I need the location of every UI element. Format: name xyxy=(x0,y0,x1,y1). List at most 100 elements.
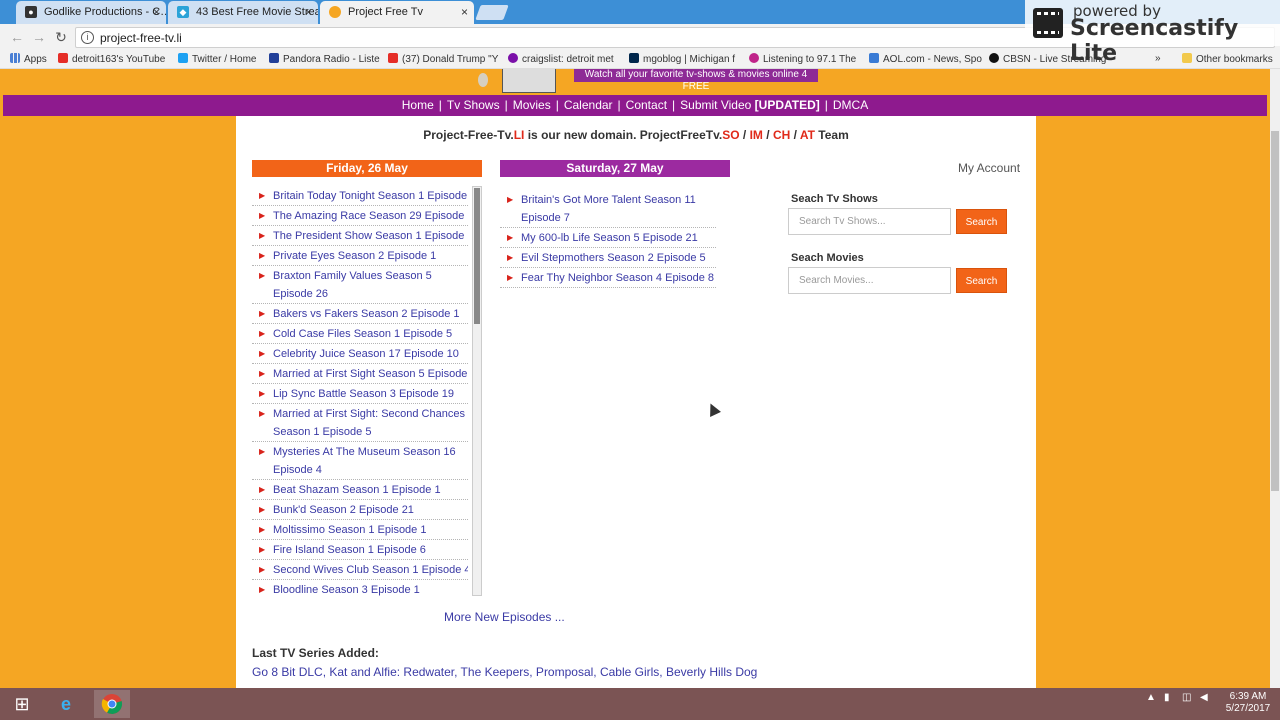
episode-link[interactable]: Fear Thy Neighbor Season 4 Episode 8 xyxy=(500,268,716,288)
bookmark-label: AOL.com - News, Spo xyxy=(883,54,982,65)
nav-home[interactable]: Home xyxy=(402,98,434,112)
nav-calendar[interactable]: Calendar xyxy=(564,98,613,112)
search-movies-title: Seach Movies xyxy=(791,252,864,264)
episode-title: Braxton Family Values Season 5 Episode 2… xyxy=(273,270,432,300)
my-account-link[interactable]: My Account xyxy=(958,161,1020,175)
browser-tab-godlike[interactable]: ● Godlike Productions - C… × xyxy=(16,1,166,24)
friday-header: Friday, 26 May xyxy=(252,160,482,177)
bookmark-youtube[interactable]: detroit163's YouTube xyxy=(58,53,165,65)
notice-text: Team xyxy=(814,128,849,142)
notice-domain-im: IM xyxy=(749,128,763,142)
nav-dmca[interactable]: DMCA xyxy=(833,98,868,112)
bookmark-radio[interactable]: Listening to 97.1 The xyxy=(749,53,856,65)
episode-title: Mysteries At The Museum Season 16 Episod… xyxy=(273,446,456,476)
site-logo[interactable] xyxy=(502,69,556,93)
episode-title: My 600-lb Life Season 5 Episode 21 xyxy=(521,232,698,244)
site-favicon-icon: ◆ xyxy=(177,6,189,18)
main-content: Project-Free-Tv.LI is our new domain. Pr… xyxy=(236,116,1036,688)
chrome-logo-icon xyxy=(101,694,123,714)
network-icon[interactable]: ◫ xyxy=(1182,692,1191,703)
episode-link[interactable]: Lip Sync Battle Season 3 Episode 19 xyxy=(252,384,468,404)
notice-text: Project-Free-Tv. xyxy=(423,128,514,142)
nav-movies[interactable]: Movies xyxy=(513,98,551,112)
domain-notice: Project-Free-Tv.LI is our new domain. Pr… xyxy=(236,128,1036,142)
tab-title: Godlike Productions - C… xyxy=(44,6,166,18)
scroll-thumb[interactable] xyxy=(474,188,480,324)
last-tv-series-list[interactable]: Go 8 Bit DLC, Kat and Alfie: Redwater, T… xyxy=(252,665,757,679)
browser-tab-project-free-tv[interactable]: Project Free Tv × xyxy=(320,1,474,24)
nav-label: Submit Video xyxy=(680,98,752,112)
nav-contact[interactable]: Contact xyxy=(626,98,667,112)
power-icon[interactable]: ▮ xyxy=(1164,692,1170,703)
tab-title: Project Free Tv xyxy=(348,6,423,18)
friday-list-scrollbar[interactable] xyxy=(472,186,482,596)
chrome-icon[interactable] xyxy=(94,690,130,718)
episode-title: Bloodline Season 3 Episode 1 xyxy=(273,584,420,596)
back-arrow-icon[interactable]: ← xyxy=(8,28,26,46)
nav-submit-video[interactable]: Submit Video [UPDATED] xyxy=(680,98,820,112)
episode-link[interactable]: Braxton Family Values Season 5 Episode 2… xyxy=(252,266,468,304)
search-tv-input[interactable]: Search Tv Shows... xyxy=(788,208,951,235)
reload-icon[interactable]: ↻ xyxy=(52,28,70,46)
friday-episode-list: Britain Today Tonight Season 1 Episode 1… xyxy=(252,186,468,596)
bookmark-twitter[interactable]: Twitter / Home xyxy=(178,53,256,65)
clock-date: 5/27/2017 xyxy=(1225,703,1271,714)
new-tab-button[interactable] xyxy=(475,5,509,20)
episode-link[interactable]: Celebrity Juice Season 17 Episode 10 xyxy=(252,344,468,364)
episode-link[interactable]: Evil Stepmothers Season 2 Episode 5 xyxy=(500,248,716,268)
youtube-icon xyxy=(58,53,68,63)
episode-link[interactable]: My 600-lb Life Season 5 Episode 21 xyxy=(500,228,716,248)
episode-link[interactable]: Britain's Got More Talent Season 11 Epis… xyxy=(500,190,716,228)
system-clock[interactable]: 6:39 AM 5/27/2017 xyxy=(1222,691,1274,715)
episode-link[interactable]: Britain Today Tonight Season 1 Episode 1 xyxy=(252,186,468,206)
close-tab-icon[interactable]: × xyxy=(153,1,160,23)
episode-title: Moltissimo Season 1 Episode 1 xyxy=(273,524,427,536)
projectfreetv-favicon-icon xyxy=(329,6,341,18)
close-tab-icon[interactable]: × xyxy=(461,1,468,23)
bookmark-pandora[interactable]: Pandora Radio - Liste xyxy=(269,53,380,65)
episode-link[interactable]: Cold Case Files Season 1 Episode 5 xyxy=(252,324,468,344)
episode-link[interactable]: Mysteries At The Museum Season 16 Episod… xyxy=(252,442,468,480)
episode-link[interactable]: The President Show Season 1 Episode 5 xyxy=(252,226,468,246)
episode-link[interactable]: The Amazing Race Season 29 Episode 11 xyxy=(252,206,468,226)
episode-title: Married at First Sight Season 5 Episode … xyxy=(273,368,468,380)
episode-link[interactable]: Fire Island Season 1 Episode 6 xyxy=(252,540,468,560)
browser-tab-movie-streams[interactable]: ◆ 43 Best Free Movie Strea… × xyxy=(168,1,318,24)
episode-link[interactable]: Moltissimo Season 1 Episode 1 xyxy=(252,520,468,540)
episode-link[interactable]: Bloodline Season 3 Episode 1 xyxy=(252,580,468,596)
windows-taskbar: ⊞ e ▲ ▮ ◫ ◀ 6:39 AM 5/27/2017 xyxy=(0,688,1280,720)
more-episodes-link[interactable]: More New Episodes ... xyxy=(444,610,565,624)
episode-title: The President Show Season 1 Episode 5 xyxy=(273,230,468,242)
episode-link[interactable]: Bunk'd Season 2 Episode 21 xyxy=(252,500,468,520)
episode-title: Britain's Got More Talent Season 11 Epis… xyxy=(521,194,696,224)
episode-link[interactable]: Married at First Sight Season 5 Episode … xyxy=(252,364,468,384)
updated-label: [UPDATED] xyxy=(754,98,820,112)
close-tab-icon[interactable]: × xyxy=(305,1,312,23)
episode-link[interactable]: Second Wives Club Season 1 Episode 4 xyxy=(252,560,468,580)
notice-domain-li: LI xyxy=(513,128,525,142)
volume-icon[interactable]: ◀ xyxy=(1200,692,1208,703)
page-scrollbar[interactable] xyxy=(1270,69,1280,688)
episode-link[interactable]: Bakers vs Fakers Season 2 Episode 1 xyxy=(252,304,468,324)
bookmark-craigslist[interactable]: craigslist: detroit met xyxy=(508,53,614,65)
search-tv-button[interactable]: Search xyxy=(956,209,1007,234)
info-icon[interactable]: i xyxy=(81,31,94,44)
bookmark-apps[interactable]: Apps xyxy=(10,53,47,65)
search-movies-button[interactable]: Search xyxy=(956,268,1007,293)
episode-title: Married at First Sight: Second Chances S… xyxy=(273,408,465,438)
forward-arrow-icon[interactable]: → xyxy=(30,28,48,46)
episode-link[interactable]: Married at First Sight: Second Chances S… xyxy=(252,404,468,442)
internet-explorer-icon[interactable]: e xyxy=(48,690,84,718)
bookmark-donald-trump[interactable]: (37) Donald Trump "Y xyxy=(388,53,498,65)
notice-separator: / xyxy=(739,128,750,142)
search-movies-input[interactable]: Search Movies... xyxy=(788,267,951,294)
page-scroll-thumb[interactable] xyxy=(1271,131,1279,491)
episode-link[interactable]: Beat Shazam Season 1 Episode 1 xyxy=(252,480,468,500)
film-strip-icon xyxy=(1033,8,1063,38)
windows-start-icon[interactable]: ⊞ xyxy=(4,690,40,718)
nav-tv-shows[interactable]: Tv Shows xyxy=(447,98,500,112)
bookmark-aol[interactable]: AOL.com - News, Spo xyxy=(869,53,982,65)
episode-link[interactable]: Private Eyes Season 2 Episode 1 xyxy=(252,246,468,266)
show-hidden-icons-icon[interactable]: ▲ xyxy=(1146,692,1156,703)
bookmark-mgoblog[interactable]: mgoblog | Michigan f xyxy=(629,53,735,65)
